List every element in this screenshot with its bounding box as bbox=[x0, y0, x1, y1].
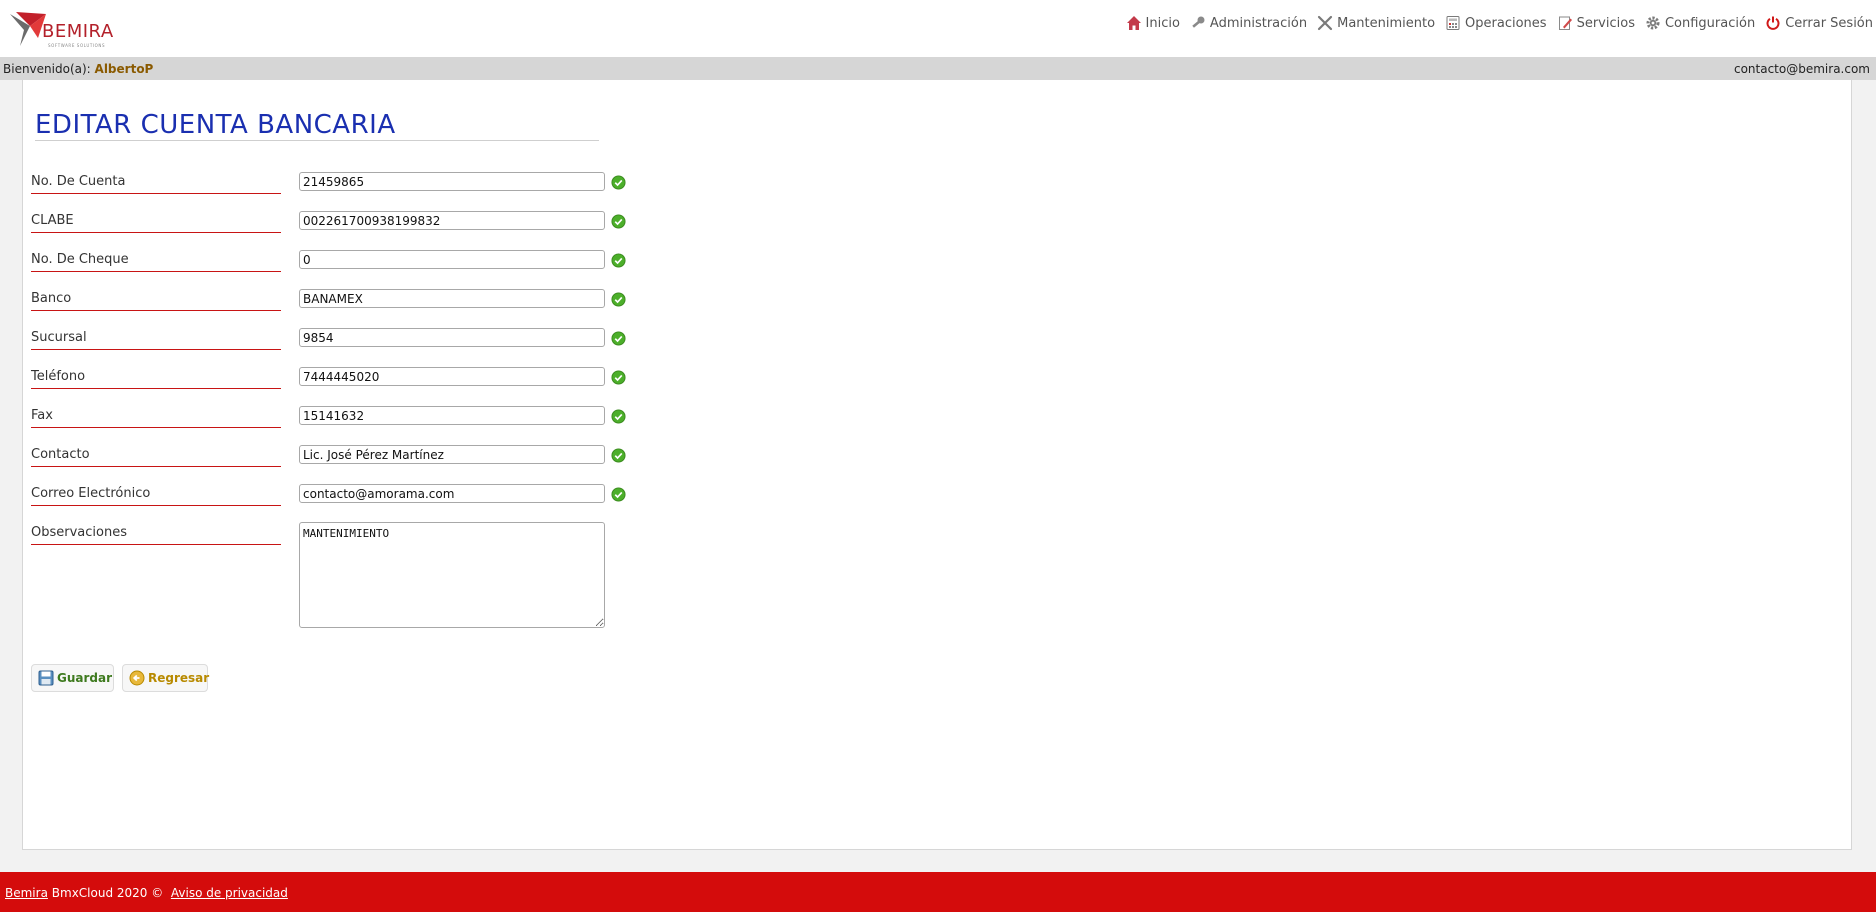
field-label: Banco bbox=[31, 289, 281, 311]
edit-icon bbox=[1557, 15, 1573, 31]
field-label: No. De Cheque bbox=[31, 250, 281, 272]
valid-check-icon bbox=[611, 331, 626, 346]
back-icon bbox=[129, 670, 145, 686]
welcome-text: Bienvenido(a): AlbertoP bbox=[3, 62, 153, 76]
telefono-input[interactable] bbox=[299, 367, 605, 386]
key-icon bbox=[1190, 15, 1206, 31]
field-row-fax: Fax bbox=[31, 406, 651, 430]
field-row-sucursal: Sucursal bbox=[31, 328, 651, 352]
valid-check-icon bbox=[611, 409, 626, 424]
nav-item-mantenimiento[interactable]: Mantenimiento bbox=[1317, 15, 1435, 31]
nav-item-label: Mantenimiento bbox=[1337, 15, 1436, 31]
footer: Bemira BmxCloud 2020 © Aviso de privacid… bbox=[0, 872, 1876, 912]
nav-item-operaciones[interactable]: Operaciones bbox=[1445, 15, 1547, 31]
footer-brand-link[interactable]: Bemira bbox=[5, 886, 48, 900]
welcome-prefix: Bienvenido(a): bbox=[3, 62, 91, 76]
field-row-banco: Banco bbox=[31, 289, 651, 313]
main-nav: Inicio Administración Mantenimiento Oper… bbox=[1116, 15, 1873, 31]
nav-item-label: Inicio bbox=[1145, 15, 1180, 31]
clabe-input[interactable] bbox=[299, 211, 605, 230]
field-row-telefono: Teléfono bbox=[31, 367, 651, 391]
field-row-correo: Correo Electrónico bbox=[31, 484, 651, 508]
field-label: CLABE bbox=[31, 211, 281, 233]
home-icon bbox=[1126, 15, 1142, 31]
bemira-logo[interactable]: BEMIRA SOFTWARE SOLUTIONS bbox=[8, 10, 138, 50]
field-label: Fax bbox=[31, 406, 281, 428]
correo-input[interactable] bbox=[299, 484, 605, 503]
privacy-link[interactable]: Aviso de privacidad bbox=[171, 886, 288, 900]
save-button-label: Guardar bbox=[57, 671, 113, 685]
nav-item-label: Servicios bbox=[1576, 15, 1635, 31]
app-header: BEMIRA SOFTWARE SOLUTIONS Inicio Adminis… bbox=[0, 0, 1876, 57]
field-row-no-cheque: No. De Cheque bbox=[31, 250, 651, 274]
brand-tagline: SOFTWARE SOLUTIONS bbox=[48, 43, 106, 48]
form-panel: EDITAR CUENTA BANCARIA No. De Cuenta CLA… bbox=[22, 80, 1852, 850]
tools-icon bbox=[1317, 15, 1333, 31]
nav-item-label: Operaciones bbox=[1465, 15, 1547, 31]
nav-item-administracion[interactable]: Administración bbox=[1190, 15, 1307, 31]
field-label: Teléfono bbox=[31, 367, 281, 389]
footer-copyright: BmxCloud 2020 © bbox=[51, 886, 164, 900]
field-label: Correo Electrónico bbox=[31, 484, 281, 506]
footer-text: Bemira BmxCloud 2020 © Aviso de privacid… bbox=[5, 886, 288, 900]
welcome-bar: Bienvenido(a): AlbertoP contacto@bemira.… bbox=[0, 57, 1876, 80]
bottom-strip bbox=[0, 912, 1876, 918]
field-label: No. De Cuenta bbox=[31, 172, 281, 194]
valid-check-icon bbox=[611, 292, 626, 307]
nav-item-inicio[interactable]: Inicio bbox=[1126, 15, 1180, 31]
field-row-clabe: CLABE bbox=[31, 211, 651, 235]
nav-item-configuracion[interactable]: Configuración bbox=[1645, 15, 1755, 31]
back-button[interactable]: Regresar bbox=[122, 664, 210, 692]
no-cheque-input[interactable] bbox=[299, 250, 605, 269]
field-row-no-cuenta: No. De Cuenta bbox=[31, 172, 651, 196]
valid-check-icon bbox=[611, 487, 626, 502]
contact-email: contacto@bemira.com bbox=[1733, 62, 1870, 76]
nav-item-label: Administración bbox=[1209, 15, 1308, 31]
sucursal-input[interactable] bbox=[299, 328, 605, 347]
contacto-input[interactable] bbox=[299, 445, 605, 464]
back-button-label: Regresar bbox=[148, 671, 210, 685]
valid-check-icon bbox=[611, 175, 626, 190]
nav-item-cerrar-sesion[interactable]: Cerrar Sesión bbox=[1765, 15, 1873, 31]
brand-name: BEMIRA bbox=[42, 21, 114, 42]
nav-item-servicios[interactable]: Servicios bbox=[1557, 15, 1635, 31]
field-label: Sucursal bbox=[31, 328, 281, 350]
fax-input[interactable] bbox=[299, 406, 605, 425]
save-button[interactable]: Guardar bbox=[31, 664, 114, 692]
valid-check-icon bbox=[611, 214, 626, 229]
observaciones-textarea[interactable]: MANTENIMIENTO bbox=[299, 522, 605, 628]
field-label: Contacto bbox=[31, 445, 281, 467]
content-area: EDITAR CUENTA BANCARIA No. De Cuenta CLA… bbox=[0, 80, 1876, 872]
valid-check-icon bbox=[611, 370, 626, 385]
banco-input[interactable] bbox=[299, 289, 605, 308]
gear-icon bbox=[1645, 15, 1661, 31]
nav-item-label: Cerrar Sesión bbox=[1785, 15, 1873, 31]
field-label: Observaciones bbox=[31, 523, 281, 545]
valid-check-icon bbox=[611, 253, 626, 268]
save-icon bbox=[38, 670, 54, 686]
welcome-user: AlbertoP bbox=[94, 62, 154, 76]
power-icon bbox=[1765, 15, 1781, 31]
title-divider bbox=[35, 140, 599, 141]
no-cuenta-input[interactable] bbox=[299, 172, 605, 191]
valid-check-icon bbox=[611, 448, 626, 463]
page-title: EDITAR CUENTA BANCARIA bbox=[35, 110, 396, 140]
field-row-contacto: Contacto bbox=[31, 445, 651, 469]
nav-item-label: Configuración bbox=[1664, 15, 1756, 31]
calculator-icon bbox=[1445, 15, 1461, 31]
